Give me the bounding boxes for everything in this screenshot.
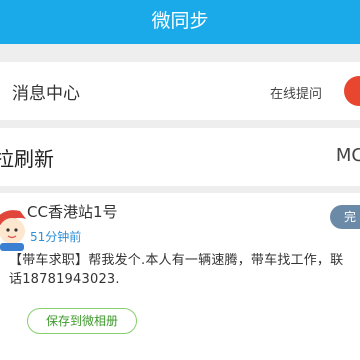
top-header: 微同步 (0, 0, 360, 44)
message-center-title: 消息中心 (12, 84, 80, 104)
more-label[interactable]: MC (336, 145, 360, 166)
post-text: 【带车求职】帮我发个.本人有一辆速腾，带车找工作，联 话18781943023. (9, 251, 360, 289)
save-to-album-button[interactable]: 保存到微相册 (27, 308, 137, 334)
pull-refresh-label: 拉刷新 (0, 147, 54, 171)
ask-online-link[interactable]: 在线提问 (270, 83, 322, 102)
post-user-name[interactable]: CC香港站1号 (27, 201, 118, 222)
notification-badge (344, 76, 360, 106)
status-button[interactable]: 完 (330, 205, 360, 229)
post-card: CC香港站1号 51分钟前 完 【带车求职】帮我发个.本人有一辆速腾，带车找工作… (0, 193, 360, 360)
post-time: 51分钟前 (30, 230, 82, 244)
message-center-row[interactable]: 消息中心 在线提问 (0, 62, 360, 120)
pull-refresh-row: 拉刷新 MC (0, 128, 360, 186)
post-text-line: 【带车求职】帮我发个.本人有一辆速腾，带车找工作，联 (9, 253, 344, 268)
post-text-line: 话18781943023. (9, 272, 120, 287)
page-title: 微同步 (151, 10, 209, 32)
